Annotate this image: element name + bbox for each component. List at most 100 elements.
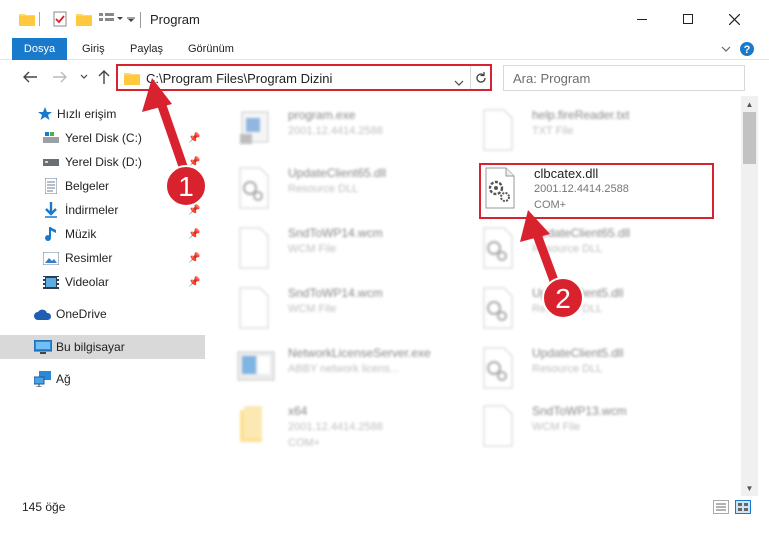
pin-icon: 📌 — [188, 228, 201, 240]
file-type: WCM File — [532, 421, 581, 433]
documents-icon — [42, 178, 60, 194]
file-item[interactable]: NetworkLicenseServer.exe ABBY network li… — [236, 344, 466, 402]
sidebar-item-disk-d[interactable]: Yerel Disk (D:) 📌 — [0, 150, 205, 174]
arrow-right-icon — [53, 71, 67, 83]
sidebar-item-label: Bu bilgisayar — [56, 340, 125, 354]
navigation-pane: Hızlı erişim Yerel Disk (C:) 📌 Yerel Dis… — [0, 96, 205, 496]
sidebar-item-label: Belgeler — [65, 179, 110, 193]
file-item[interactable]: UpdateClient65.dll Resource DLL — [236, 164, 466, 222]
file-type: Resource DLL — [532, 303, 603, 315]
minimize-button[interactable] — [619, 0, 665, 38]
large-icons-view-icon[interactable] — [735, 500, 751, 514]
file-type: COM+ — [288, 437, 321, 449]
txt-icon — [480, 108, 520, 156]
file-description: ABBY network licens... — [288, 363, 400, 375]
sidebar-item-network[interactable]: Ağ — [0, 367, 205, 391]
file-list: program.exe 2001.12.4414.2588 help.fireR… — [206, 96, 741, 496]
close-button[interactable] — [711, 0, 757, 38]
scroll-up-icon[interactable]: ▲ — [741, 96, 758, 112]
tab-home[interactable]: Giriş — [82, 38, 105, 60]
dll-icon — [480, 346, 520, 394]
file-item[interactable]: x64 2001.12.4414.2588 COM+ — [236, 402, 466, 460]
sidebar-item-documents[interactable]: Belgeler 📌 — [0, 174, 205, 198]
scroll-thumb[interactable] — [743, 112, 756, 164]
file-name: UpdateClient5.dll — [532, 346, 624, 360]
sidebar-item-label: Yerel Disk (D:) — [65, 155, 142, 169]
folder-icon — [236, 404, 276, 452]
file-type: WCM File — [288, 303, 337, 315]
search-input[interactable]: Ara: Program — [513, 71, 590, 86]
star-icon — [36, 106, 54, 122]
file-version: 2001.12.4414.2588 — [288, 421, 383, 433]
address-highlight-box — [116, 64, 492, 91]
pin-icon: 📌 — [188, 180, 201, 192]
file-name: program.exe — [288, 108, 356, 122]
qa-customize-icon[interactable] — [98, 8, 124, 30]
sidebar-item-label: Resimler — [65, 251, 113, 265]
arrow-left-icon — [23, 71, 37, 83]
forward-button[interactable] — [50, 67, 70, 87]
ribbon-tabs: Dosya Giriş Paylaş Görünüm ? — [0, 38, 769, 60]
file-item[interactable]: UpdateClient5.dll Resource DLL — [480, 344, 710, 402]
file-item[interactable]: program.exe 2001.12.4414.2588 — [236, 106, 466, 164]
back-button[interactable] — [20, 67, 40, 87]
new-folder-icon[interactable] — [74, 8, 94, 30]
status-bar: 145 öğe — [0, 496, 769, 520]
ribbon-expand-icon[interactable] — [718, 41, 734, 57]
file-name: help.fireReader.txt — [532, 108, 630, 122]
network-icon — [34, 371, 52, 387]
file-item[interactable]: SndToWP14.wcm WCM File — [236, 224, 466, 282]
file-icon — [236, 286, 276, 334]
sidebar-item-disk-c[interactable]: Yerel Disk (C:) 📌 — [0, 126, 205, 150]
sidebar-item-music[interactable]: Müzik 📌 — [0, 222, 205, 246]
search-box[interactable]: Ara: Program — [503, 65, 745, 91]
close-icon — [728, 13, 740, 25]
dll-icon — [236, 166, 276, 214]
dll-icon — [480, 226, 520, 274]
tab-file[interactable]: Dosya — [12, 38, 67, 60]
drive-icon — [42, 130, 60, 146]
drive-icon — [42, 154, 60, 170]
scroll-down-icon[interactable]: ▼ — [741, 480, 758, 496]
file-name: NetworkLicenseServer.exe — [288, 346, 431, 360]
exe-icon — [236, 346, 276, 394]
arrow-up-icon — [98, 70, 110, 84]
sidebar-item-label: Hızlı erişim — [57, 107, 117, 121]
download-icon — [42, 202, 60, 218]
up-button[interactable] — [94, 67, 114, 87]
help-icon[interactable]: ? — [739, 41, 755, 57]
file-name: UpdateClient5.dll — [532, 286, 624, 300]
recent-locations-button[interactable] — [74, 67, 94, 87]
sidebar-item-onedrive[interactable]: OneDrive — [0, 302, 205, 326]
sidebar-item-downloads[interactable]: İndirmeler 📌 — [0, 198, 205, 222]
tab-view[interactable]: Görünüm — [188, 38, 234, 60]
file-item[interactable]: UpdateClient5.dll Resource DLL — [480, 284, 710, 342]
qa-separator — [36, 8, 42, 30]
window-title: Program — [150, 12, 200, 27]
file-type: Resource DLL — [532, 243, 603, 255]
sidebar-item-this-pc[interactable]: Bu bilgisayar — [0, 335, 205, 359]
sidebar-item-label: Müzik — [65, 227, 97, 241]
pictures-icon — [42, 250, 60, 266]
properties-icon[interactable] — [50, 8, 70, 30]
cloud-icon — [34, 306, 52, 322]
sidebar-item-pictures[interactable]: Resimler 📌 — [0, 246, 205, 270]
file-name: UpdateClient65.dll — [288, 166, 387, 180]
vertical-scrollbar[interactable]: ▲ ▼ — [741, 96, 758, 496]
file-item[interactable]: help.fireReader.txt TXT File — [480, 106, 710, 164]
title-separator — [140, 12, 141, 28]
pin-icon: 📌 — [188, 156, 201, 168]
chevron-down-icon[interactable] — [124, 8, 138, 30]
file-item[interactable]: SndToWP14.wcm WCM File — [236, 284, 466, 342]
sidebar-item-videos[interactable]: Videolar 📌 — [0, 270, 205, 294]
file-item[interactable]: SndToWP13.wcm WCM File — [480, 402, 710, 460]
file-icon — [480, 404, 520, 452]
sidebar-item-quick-access[interactable]: Hızlı erişim — [0, 102, 205, 126]
sidebar-item-label: OneDrive — [56, 307, 107, 321]
file-item[interactable]: UpdateClient65.dll Resource DLL — [480, 224, 710, 282]
details-view-icon[interactable] — [713, 500, 729, 514]
file-name: UpdateClient65.dll — [532, 226, 631, 240]
maximize-button[interactable] — [665, 0, 711, 38]
chevron-down-icon — [80, 74, 88, 79]
tab-share[interactable]: Paylaş — [130, 38, 163, 60]
